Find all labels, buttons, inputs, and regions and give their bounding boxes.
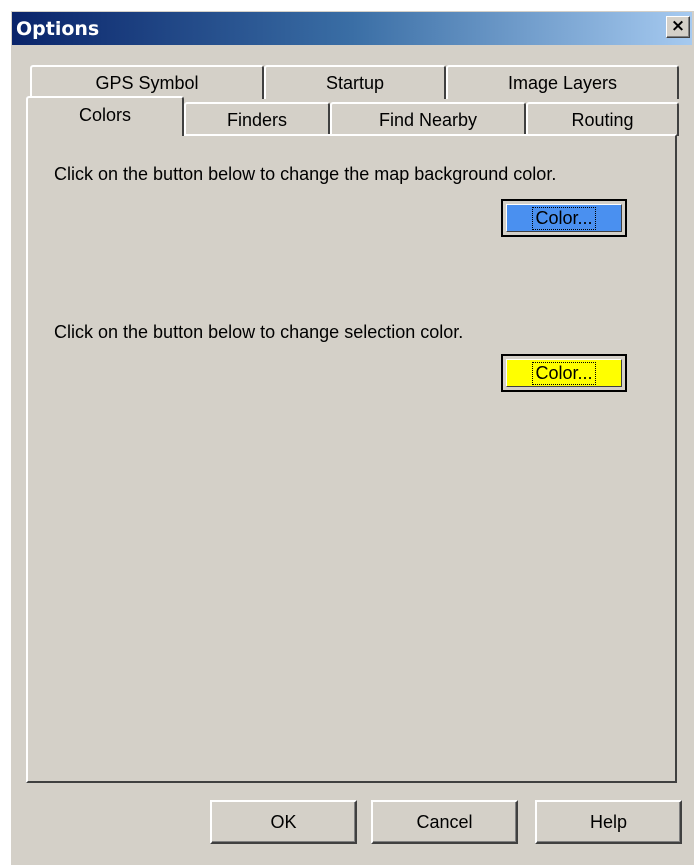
colors-tab-panel: Click on the button below to change the … [26,134,677,783]
tab-finders[interactable]: Finders [184,102,330,136]
close-button[interactable]: × [666,16,690,38]
selection-color-button[interactable]: Color... [501,354,627,392]
tab-label: GPS Symbol [95,73,199,93]
tab-label: Colors [78,105,131,125]
tab-label: Image Layers [507,73,618,93]
tab-gps-symbol[interactable]: GPS Symbol [30,65,264,99]
tab-label: Routing [571,110,634,130]
selection-color-button-label: Color... [532,361,596,385]
ok-button-label: OK [270,812,297,832]
cancel-button-label: Cancel [416,812,473,832]
tab-routing[interactable]: Routing [526,102,679,136]
selection-color-instruction: Click on the button below to change sele… [54,322,464,342]
title-bar[interactable]: Options × [12,12,692,45]
ok-button[interactable]: OK [210,800,357,844]
close-icon: × [670,16,686,36]
tab-label: Find Nearby [378,110,478,130]
help-button[interactable]: Help [535,800,682,844]
tab-colors[interactable]: Colors [26,96,184,136]
background-color-swatch: Color... [506,204,622,232]
tab-startup[interactable]: Startup [264,65,446,99]
background-color-instruction: Click on the button below to change the … [54,164,557,184]
tab-label: Finders [226,110,288,130]
dialog-title: Options [16,18,100,40]
selection-color-swatch: Color... [506,359,622,387]
help-button-label: Help [589,812,628,832]
tab-find-nearby[interactable]: Find Nearby [330,102,526,136]
tab-image-layers[interactable]: Image Layers [446,65,679,99]
background-color-button-label: Color... [532,206,596,230]
cancel-button[interactable]: Cancel [371,800,518,844]
background-color-button[interactable]: Color... [501,199,627,237]
tab-label: Startup [325,73,385,93]
